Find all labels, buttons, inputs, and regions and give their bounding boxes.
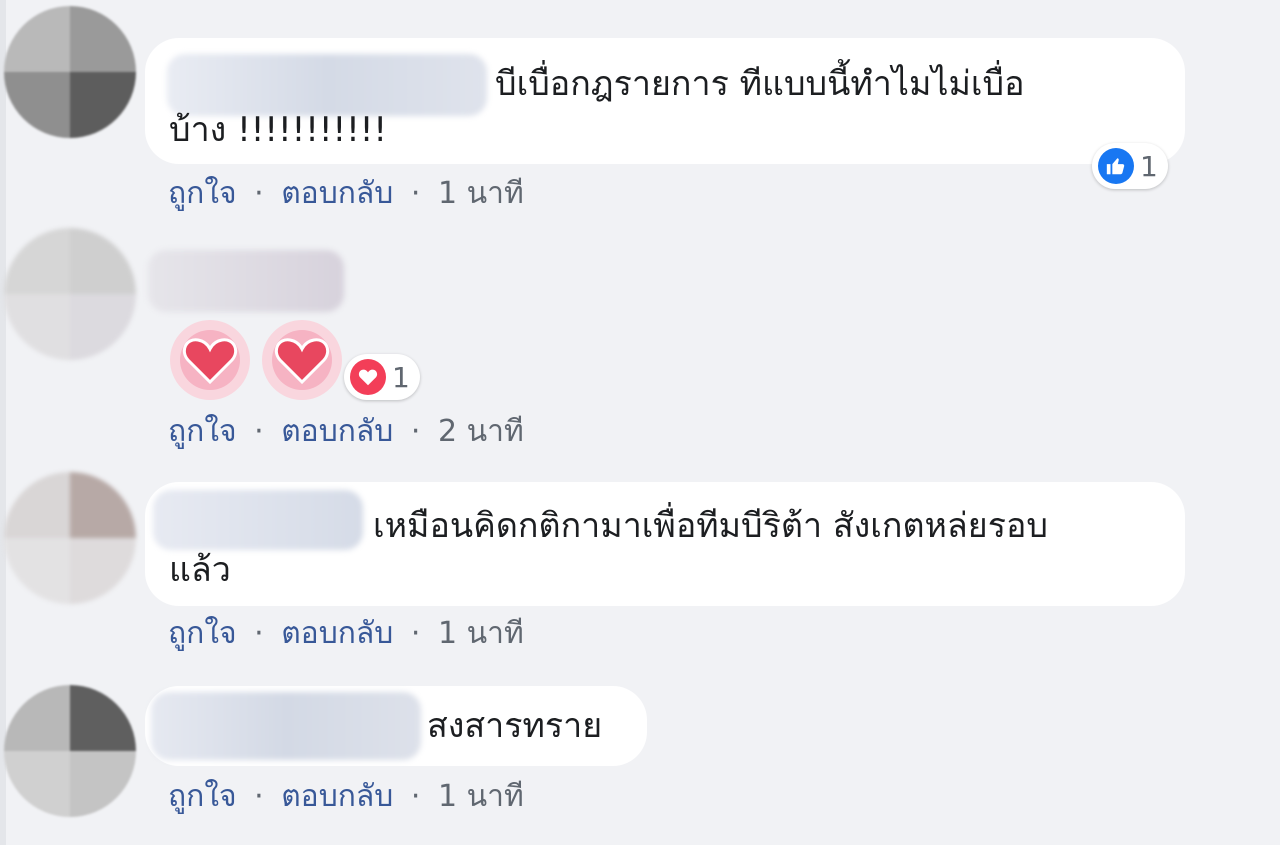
comment-text-line: บ้าง !!!!!!!!!!! bbox=[169, 110, 388, 150]
avatar[interactable] bbox=[4, 6, 136, 138]
timestamp[interactable]: 1 นาที bbox=[438, 616, 524, 651]
like-icon bbox=[1098, 148, 1134, 184]
comment-text-line: แล้ว bbox=[169, 550, 231, 590]
thread-rule bbox=[0, 0, 6, 845]
reaction-summary[interactable]: 1 bbox=[1092, 143, 1168, 189]
love-icon bbox=[350, 359, 386, 395]
avatar[interactable] bbox=[4, 472, 136, 604]
like-link[interactable]: ถูกใจ bbox=[168, 616, 237, 651]
comment-text-line: เหมือนคิดกติกามาเพื่อทีมบีริต้า สังเกตหล… bbox=[373, 506, 1048, 546]
like-link[interactable]: ถูกใจ bbox=[168, 779, 237, 814]
reply-link[interactable]: ตอบกลับ bbox=[281, 616, 393, 651]
reply-link[interactable]: ตอบกลับ bbox=[281, 176, 393, 211]
reply-link[interactable]: ตอบกลับ bbox=[281, 414, 393, 449]
comment-actions: ถูกใจ · ตอบกลับ · 2 นาที bbox=[168, 408, 524, 455]
separator-dot: · bbox=[254, 779, 264, 814]
separator-dot: · bbox=[410, 176, 421, 211]
comment-text-line: บีเบื่อกฎรายการ ทีแบบนี้ทำไมไม่เบื่อ bbox=[495, 64, 1025, 104]
separator-dot: · bbox=[410, 616, 421, 651]
separator-dot: · bbox=[410, 414, 421, 449]
separator-dot: · bbox=[410, 779, 421, 814]
heart-emoji-row bbox=[168, 318, 344, 402]
blurred-author-name[interactable] bbox=[151, 692, 421, 760]
reaction-count: 1 bbox=[1140, 149, 1158, 183]
heart-icon bbox=[170, 320, 250, 400]
blurred-author-name[interactable] bbox=[148, 250, 344, 312]
separator-dot: · bbox=[254, 176, 264, 211]
timestamp[interactable]: 1 นาที bbox=[438, 176, 524, 211]
comment-bubble: เหมือนคิดกติกามาเพื่อทีมบีริต้า สังเกตหล… bbox=[145, 482, 1185, 606]
reaction-count: 1 bbox=[392, 360, 410, 394]
like-link[interactable]: ถูกใจ bbox=[168, 176, 237, 211]
comment-bubble: สงสารทราย bbox=[145, 686, 647, 766]
avatar[interactable] bbox=[4, 228, 136, 360]
comment-actions: ถูกใจ · ตอบกลับ · 1 นาที bbox=[168, 773, 524, 820]
heart-icon bbox=[262, 320, 342, 400]
comment-bubble: บีเบื่อกฎรายการ ทีแบบนี้ทำไมไม่เบื่อ บ้า… bbox=[145, 38, 1185, 164]
timestamp[interactable]: 1 นาที bbox=[438, 779, 524, 814]
separator-dot: · bbox=[254, 414, 264, 449]
reply-link[interactable]: ตอบกลับ bbox=[281, 779, 393, 814]
comment-text-line: สงสารทราย bbox=[427, 706, 603, 746]
timestamp[interactable]: 2 นาที bbox=[438, 414, 524, 449]
separator-dot: · bbox=[254, 616, 264, 651]
comment-actions: ถูกใจ · ตอบกลับ · 1 นาที bbox=[168, 610, 524, 657]
blurred-author-name[interactable] bbox=[153, 490, 363, 550]
comment-actions: ถูกใจ · ตอบกลับ · 1 นาที bbox=[168, 170, 524, 217]
avatar[interactable] bbox=[4, 685, 136, 817]
reaction-summary[interactable]: 1 bbox=[344, 354, 420, 400]
blurred-author-name[interactable] bbox=[167, 54, 487, 116]
like-link[interactable]: ถูกใจ bbox=[168, 414, 237, 449]
